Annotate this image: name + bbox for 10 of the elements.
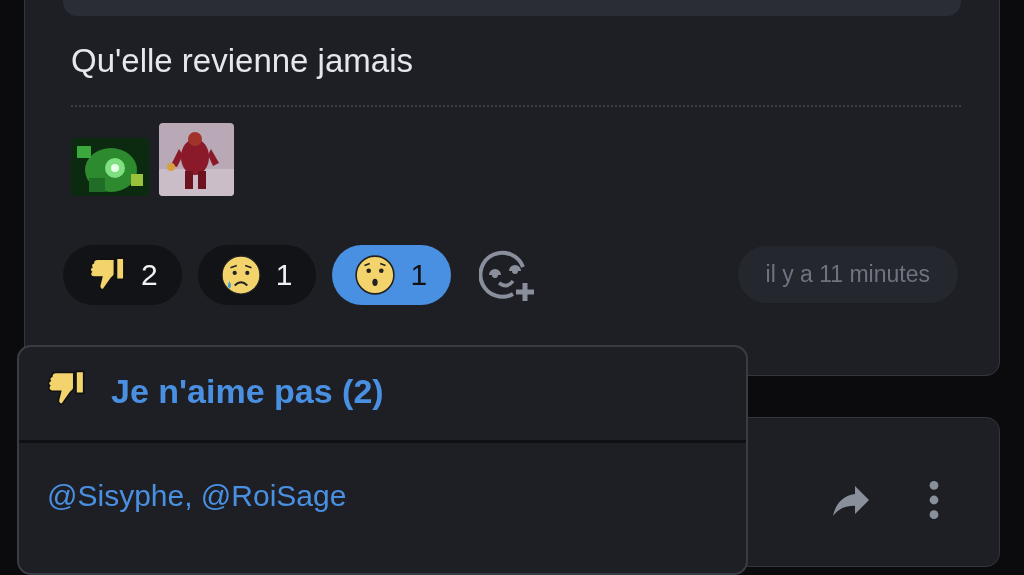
sad-face-icon (219, 253, 262, 296)
more-icon[interactable] (927, 480, 941, 520)
post-text: Qu'elle revienne jamais (71, 41, 414, 81)
timestamp: il y a 11 minutes (737, 246, 958, 304)
reaction-button[interactable]: 2 (63, 244, 182, 305)
surprised-face-icon (354, 253, 397, 296)
popup-title: Je n'aime pas (2) (111, 372, 384, 411)
reaction-button[interactable]: 1 (332, 244, 452, 305)
user-list: @Sisyphe, @RoiSage (47, 479, 347, 512)
reaction-button[interactable]: 1 (197, 244, 317, 305)
